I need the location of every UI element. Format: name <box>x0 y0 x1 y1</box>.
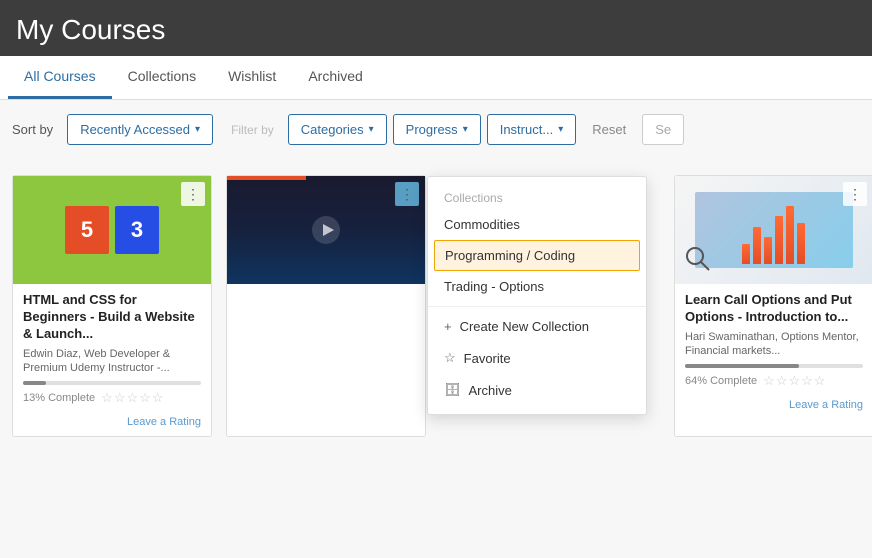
chart-bar <box>797 223 805 264</box>
star-2: ☆ <box>114 390 126 406</box>
star-3: ☆ <box>788 373 800 389</box>
progress-fill <box>685 364 799 368</box>
play-icon <box>310 214 342 246</box>
tab-collections[interactable]: Collections <box>112 56 212 99</box>
star-1: ☆ <box>763 373 775 389</box>
plus-icon: + <box>444 319 452 334</box>
create-collection-item[interactable]: + Create New Collection <box>428 311 646 342</box>
course-footer: 13% Complete ☆ ☆ ☆ ☆ ☆ <box>23 390 201 406</box>
dropdown-item-programming[interactable]: Programming / Coding <box>434 240 640 271</box>
progress-bar <box>23 381 201 385</box>
html5-badge: 5 <box>65 206 109 254</box>
leave-rating-link[interactable]: Leave a Rating <box>675 399 872 419</box>
course-info: HTML and CSS for Beginners - Build a Web… <box>13 284 211 414</box>
star-4: ☆ <box>801 373 813 389</box>
course-card: ⋮ Collections Commodities Programming / … <box>226 175 426 437</box>
chart-bar <box>742 244 750 264</box>
html-badges: 5 3 <box>65 206 159 254</box>
courses-area: 5 3 ⋮ HTML and CSS for Beginners - Build… <box>0 159 872 437</box>
create-collection-label: Create New Collection <box>460 319 589 334</box>
course-title: Learn Call Options and Put Options - Int… <box>685 292 863 326</box>
chevron-down-icon: ▾ <box>463 124 468 135</box>
progress-label: Progress <box>406 122 458 137</box>
course-thumbnail: 5 3 ⋮ <box>13 176 211 284</box>
dropdown-divider <box>428 306 646 307</box>
favorite-item[interactable]: ☆ Favorite <box>428 342 646 374</box>
instructor-label: Instruct... <box>500 122 553 137</box>
page-header: My Courses <box>0 0 872 56</box>
filter-group: Categories ▾ Progress ▾ Instruct... ▾ <box>288 114 576 145</box>
star-5: ☆ <box>814 373 826 389</box>
tab-wishlist[interactable]: Wishlist <box>212 56 292 99</box>
categories-label: Categories <box>301 122 364 137</box>
course-title: HTML and CSS for Beginners - Build a Web… <box>23 292 201 343</box>
archive-label: Archive <box>469 383 512 398</box>
dropdown-item-commodities[interactable]: Commodities <box>428 209 646 240</box>
star-1: ☆ <box>101 390 113 406</box>
progress-text: 64% Complete <box>685 375 757 387</box>
course-author: Hari Swaminathan, Options Mentor, Financ… <box>685 330 863 359</box>
star-icon: ☆ <box>444 350 456 366</box>
filter-bar: Sort by Recently Accessed ▾ Filter by Ca… <box>0 100 872 159</box>
page-title: My Courses <box>16 14 856 46</box>
archive-icon: 🗄 <box>444 382 461 398</box>
course-info: Learn Call Options and Put Options - Int… <box>675 284 872 397</box>
favorite-label: Favorite <box>464 351 511 366</box>
star-rating[interactable]: ☆ ☆ ☆ ☆ ☆ <box>763 373 825 389</box>
tabs-bar: All Courses Collections Wishlist Archive… <box>0 56 872 100</box>
chart-bar <box>753 227 761 264</box>
search-placeholder: Se <box>655 122 671 137</box>
sort-button[interactable]: Recently Accessed ▾ <box>67 114 213 145</box>
collections-dropdown: Collections Commodities Programming / Co… <box>427 176 647 415</box>
card-menu-button[interactable]: ⋮ <box>395 182 419 206</box>
card-menu-button[interactable]: ⋮ <box>843 182 867 206</box>
star-4: ☆ <box>139 390 151 406</box>
progress-text: 13% Complete <box>23 392 95 404</box>
css3-badge: 3 <box>115 206 159 254</box>
card-menu-button[interactable]: ⋮ <box>181 182 205 206</box>
course-thumbnail: ⋮ <box>675 176 872 284</box>
course-card: ⋮ Learn Call Options and Put Options - I… <box>674 175 872 437</box>
magnify-icon <box>683 244 743 274</box>
search-button[interactable]: Se <box>642 114 684 145</box>
course-author: Edwin Diaz, Web Developer & Premium Udem… <box>23 347 201 376</box>
filter-label: Filter by <box>231 123 274 137</box>
course-thumbnail: ⋮ <box>227 176 425 284</box>
dropdown-item-trading[interactable]: Trading - Options <box>428 271 646 302</box>
chevron-down-icon: ▾ <box>558 124 563 135</box>
star-5: ☆ <box>152 390 164 406</box>
chevron-down-icon: ▾ <box>369 124 374 135</box>
course-info <box>227 284 425 336</box>
categories-button[interactable]: Categories ▾ <box>288 114 387 145</box>
reset-button[interactable]: Reset <box>586 115 632 144</box>
chart-bar <box>764 237 772 264</box>
instructor-button[interactable]: Instruct... ▾ <box>487 114 577 145</box>
tab-all-courses[interactable]: All Courses <box>8 56 112 99</box>
star-2: ☆ <box>776 373 788 389</box>
course-card: 5 3 ⋮ HTML and CSS for Beginners - Build… <box>12 175 212 437</box>
star-rating[interactable]: ☆ ☆ ☆ ☆ ☆ <box>101 390 163 406</box>
course-title <box>237 292 415 324</box>
chart-bar <box>786 206 794 263</box>
progress-indicator <box>227 176 306 180</box>
sort-btn-label: Recently Accessed <box>80 122 190 137</box>
leave-rating-link[interactable]: Leave a Rating <box>13 416 211 436</box>
dropdown-header: Collections <box>428 185 646 209</box>
sort-label: Sort by <box>12 122 53 137</box>
progress-fill <box>23 381 46 385</box>
chevron-down-icon: ▾ <box>195 124 200 135</box>
archive-item[interactable]: 🗄 Archive <box>428 374 646 406</box>
course-footer: 64% Complete ☆ ☆ ☆ ☆ ☆ <box>685 373 863 389</box>
progress-button[interactable]: Progress ▾ <box>393 114 481 145</box>
chart-bar <box>775 216 783 263</box>
star-3: ☆ <box>126 390 138 406</box>
tab-archived[interactable]: Archived <box>292 56 378 99</box>
progress-bar <box>685 364 863 368</box>
